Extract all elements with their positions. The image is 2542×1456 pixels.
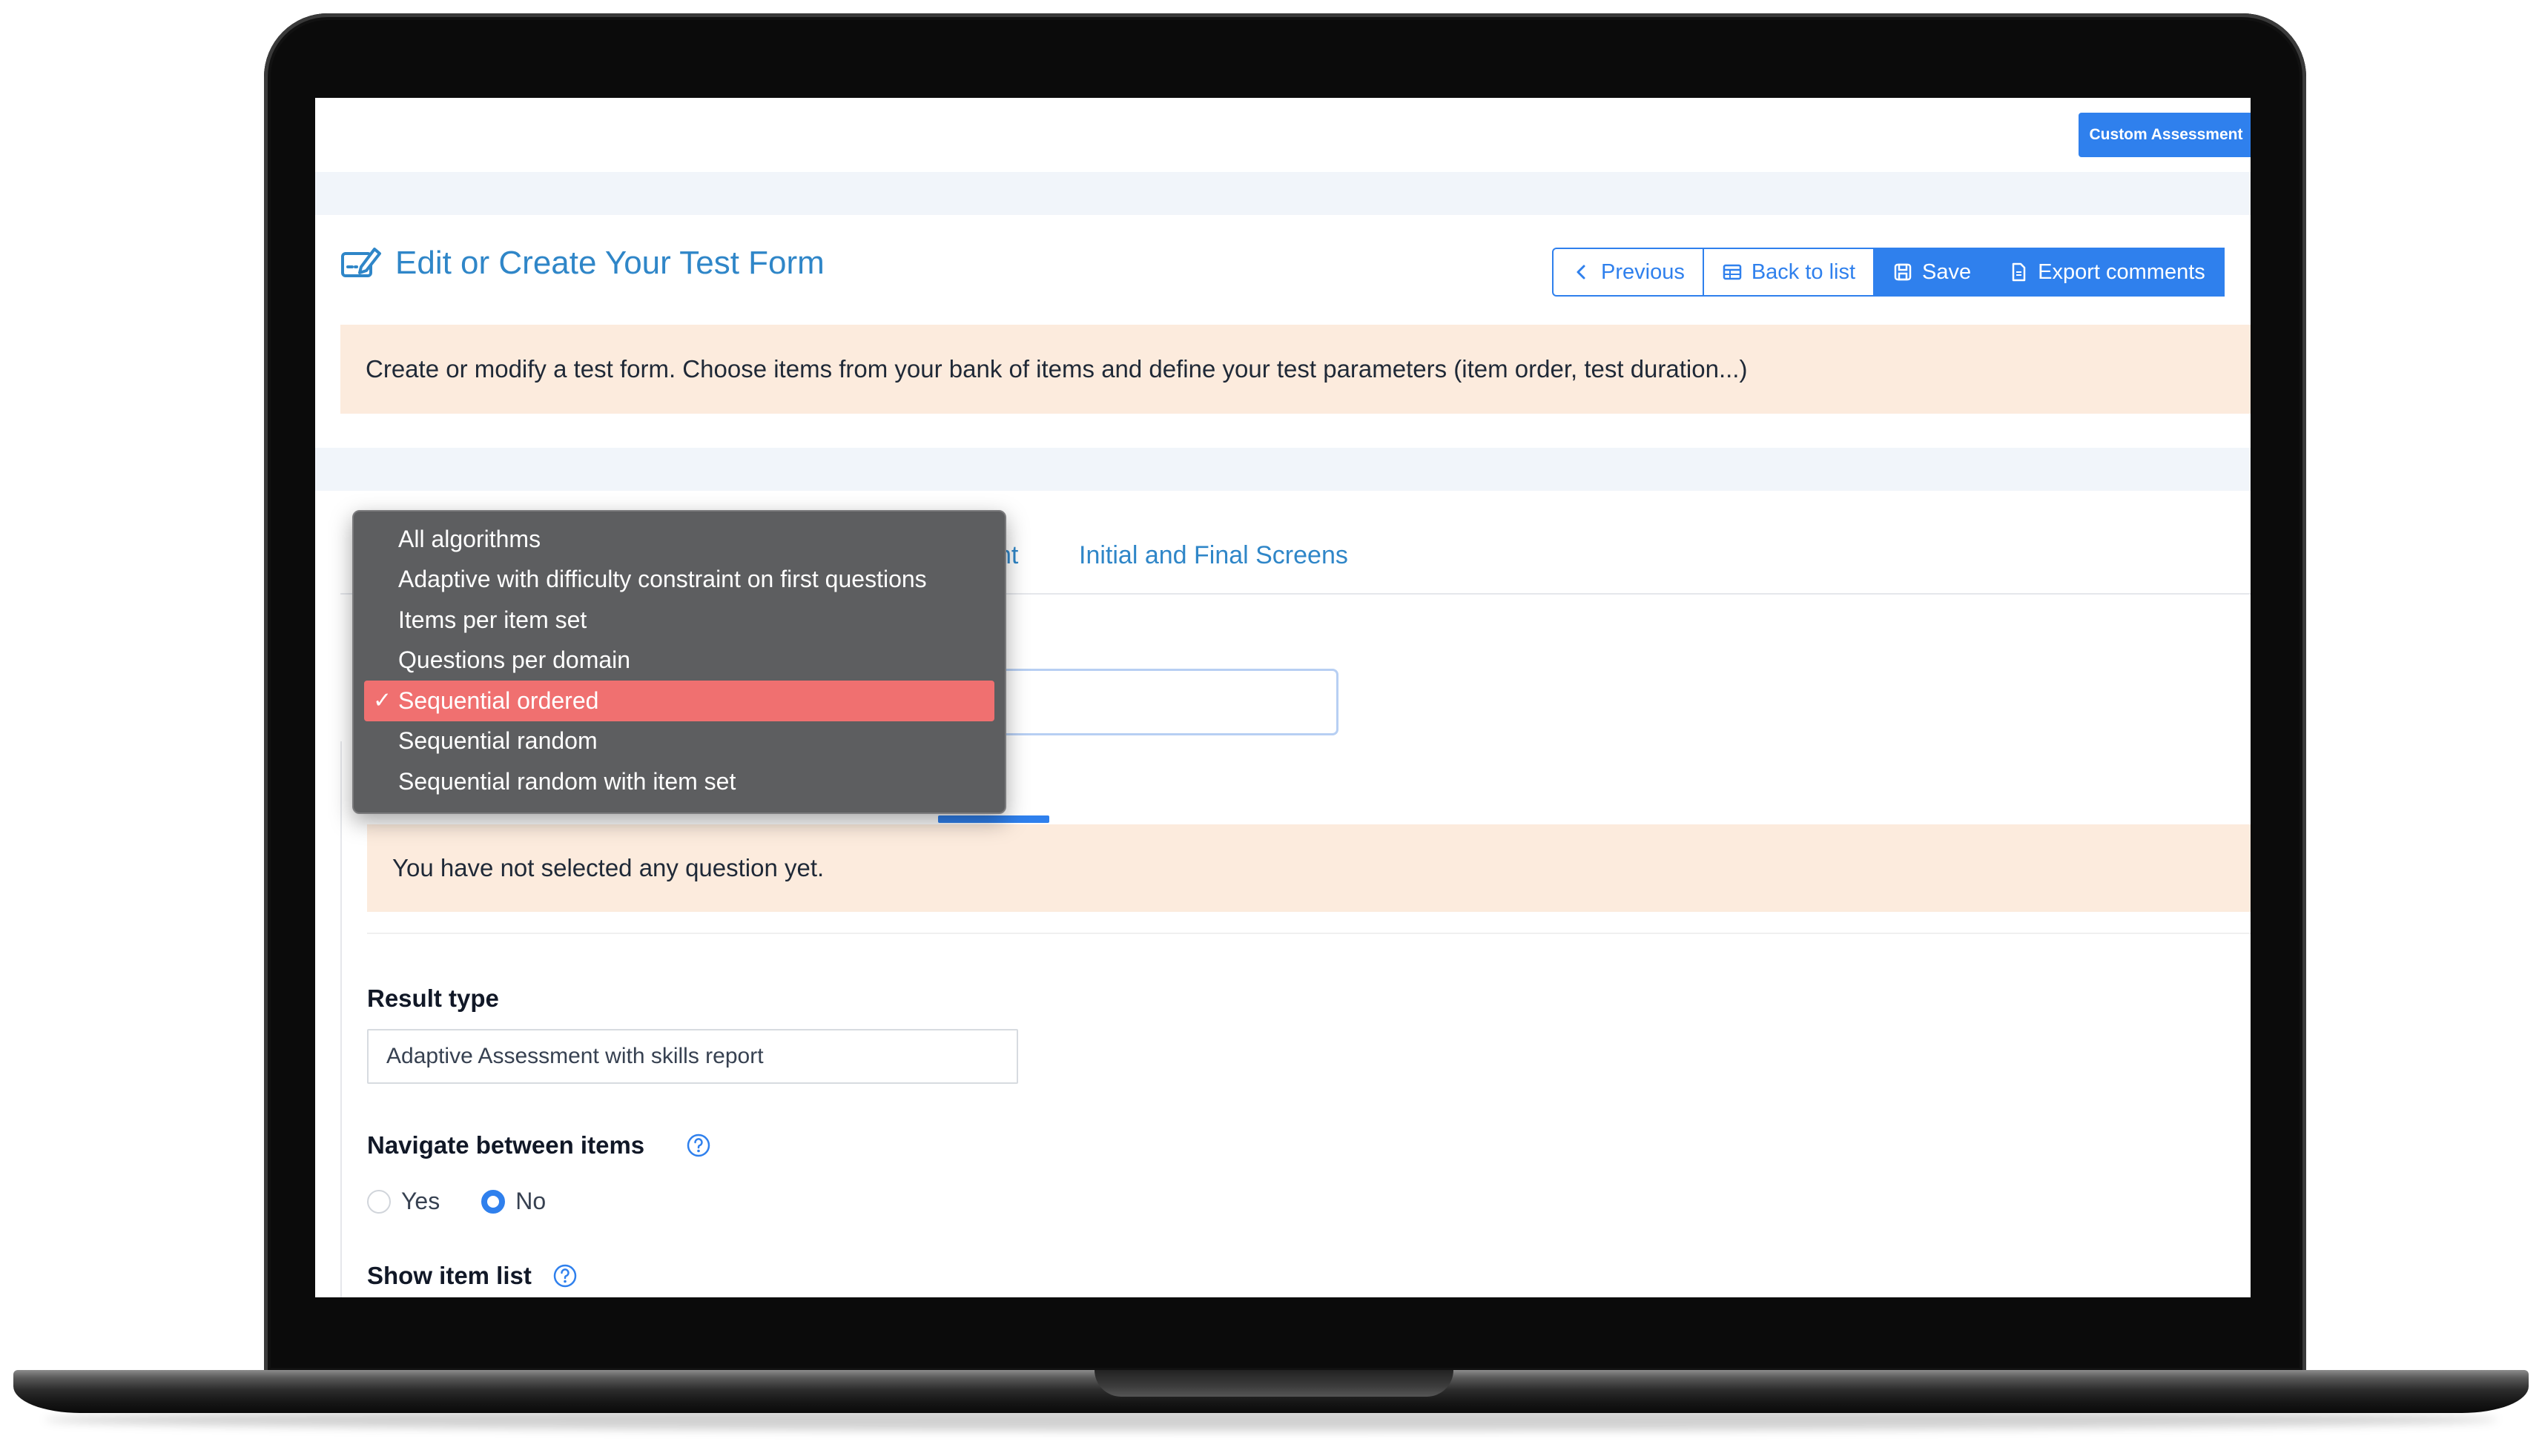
tab-initial-final-screens[interactable]: Initial and Final Screens [1079,541,1348,570]
section-divider [367,933,2251,934]
export-comments-button[interactable]: Export comments [1990,248,2225,297]
option-label: All algorithms [398,525,541,552]
page-title: Edit or Create Your Test Form [395,245,825,281]
top-bar: Custom Assessment [315,98,2251,172]
select-questions-button-edge[interactable] [938,815,1049,823]
algorithm-select[interactable] [968,669,1338,735]
option-label: Adaptive with difficulty constraint on f… [398,566,927,593]
chevron-left-icon [1577,265,1585,279]
algorithm-dropdown-menu: All algorithms Adaptive with difficulty … [352,510,1006,814]
dropdown-option-selected[interactable]: ✓ Sequential ordered [364,681,994,721]
radio-yes-label: Yes [401,1188,440,1214]
dropdown-option[interactable]: Items per item set [364,600,994,641]
no-question-banner: You have not selected any question yet. [367,824,2251,912]
radio-no[interactable] [481,1189,506,1214]
option-label: Sequential ordered [398,686,599,714]
back-to-list-button[interactable]: Back to list [1703,248,1875,297]
option-label: Questions per domain [398,646,631,674]
checkmark-icon: ✓ [373,688,392,713]
dropdown-option[interactable]: Sequential random with item set [364,761,994,802]
dropdown-option[interactable]: Questions per domain [364,641,994,681]
result-type-field[interactable]: Adaptive Assessment with skills report [367,1029,1018,1084]
page-description: Create or modify a test form. Choose ite… [366,355,1748,383]
back-to-list-label: Back to list [1751,259,1856,284]
laptop-notch [1095,1370,1453,1397]
separator-band [315,172,2251,215]
page-header: Edit or Create Your Test Form [340,245,825,282]
export-comments-label: Export comments [2038,259,2205,284]
help-icon[interactable] [552,1263,578,1288]
save-icon [1894,263,1912,281]
separator-band [315,448,2251,491]
help-icon[interactable] [686,1133,711,1158]
laptop-screen: Custom Assessment Edit or Create Your Te… [315,98,2251,1297]
custom-assessment-button[interactable]: Custom Assessment [2079,113,2251,157]
show-item-list-label: Show item list [367,1262,532,1289]
previous-button[interactable]: Previous [1552,248,1704,297]
dropdown-option[interactable]: Adaptive with difficulty constraint on f… [364,560,994,600]
option-label: Sequential random [398,727,598,755]
dropdown-option[interactable]: All algorithms [364,519,994,560]
no-question-message: You have not selected any question yet. [392,854,825,881]
option-label: Items per item set [398,606,587,633]
document-icon [2012,262,2026,282]
navigate-radio-group: Yes No [367,1188,546,1215]
save-label: Save [1922,259,1972,284]
save-button[interactable]: Save [1875,248,1991,297]
action-toolbar: Previous Back to list Save Export commen… [1552,248,2225,297]
radio-yes[interactable] [367,1189,391,1214]
result-type-value: Adaptive Assessment with skills report [386,1044,764,1068]
info-banner: Create or modify a test form. Choose ite… [340,325,2251,414]
option-label: Sequential random with item set [398,767,736,795]
table-icon [1723,264,1742,280]
previous-label: Previous [1601,259,1685,284]
section-border [340,741,342,1297]
result-type-label: Result type [367,985,499,1012]
navigate-label: Navigate between items [367,1131,645,1159]
edit-form-icon [341,248,381,277]
radio-no-label: No [515,1188,547,1214]
dropdown-option[interactable]: Sequential random [364,721,994,762]
